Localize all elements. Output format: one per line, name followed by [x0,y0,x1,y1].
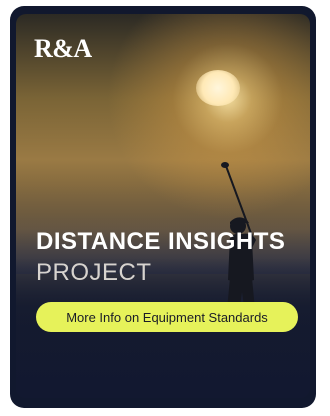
promo-card[interactable]: R&A DISTANCE INSIGHTS PROJECT More Info … [10,6,316,408]
promo-subtitle: PROJECT [36,259,152,286]
hero-photo-golfer-sunset: R&A [16,14,310,398]
promo-title: DISTANCE INSIGHTS [36,228,286,255]
sun [196,70,240,106]
equipment-standards-button[interactable]: More Info on Equipment Standards [36,302,298,332]
ra-logo: R&A [34,34,92,63]
